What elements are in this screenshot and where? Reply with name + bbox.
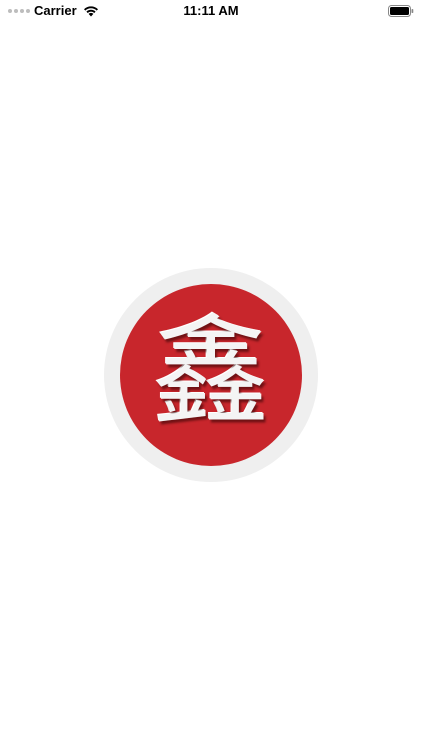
splash-logo: 鑫 <box>104 268 318 482</box>
status-bar: Carrier 11:11 AM <box>0 0 422 22</box>
logo-glyph: 鑫 <box>151 303 270 441</box>
logo-red-disc: 鑫 <box>120 284 302 466</box>
battery-icon <box>388 5 414 17</box>
status-time: 11:11 AM <box>183 3 239 18</box>
